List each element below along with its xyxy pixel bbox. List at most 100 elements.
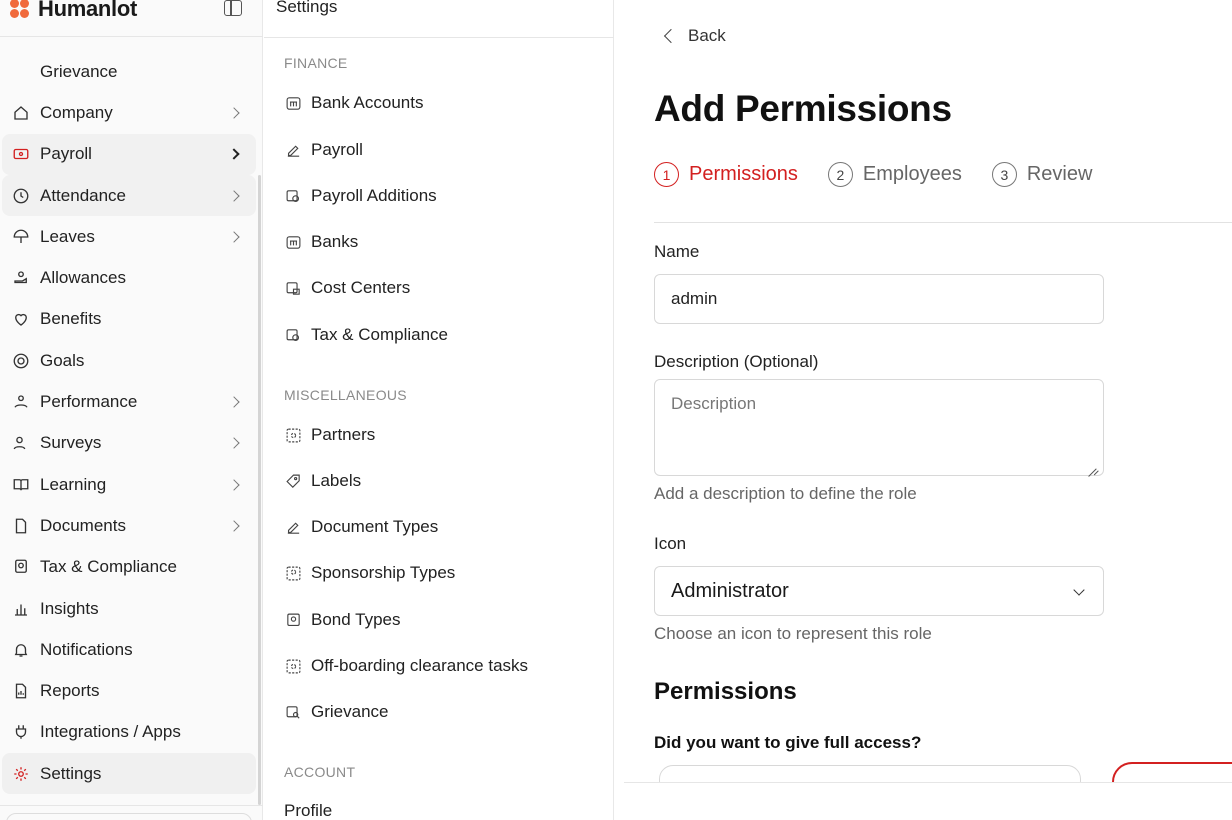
performance-icon [12,393,30,411]
chevron-left-icon [663,28,679,44]
settings-item-banks[interactable]: Banks [284,230,358,254]
back-label: Back [688,26,726,45]
settings-item-label: Sponsorship Types [311,563,456,582]
stepper: 1 Permissions 2 Employees 3 Review [654,162,1122,187]
step-number: 3 [991,162,1017,187]
chevron-right-icon [228,478,240,491]
sidebar-footer-box[interactable] [6,813,252,820]
icon-label: Icon [654,534,687,553]
settings-item-grievance[interactable]: Grievance [284,700,388,724]
target-icon [12,352,30,370]
description-field[interactable]: Description [654,379,1104,476]
signature-icon [284,141,302,159]
sidebar-item-goals[interactable]: Goals [2,340,256,381]
settings-item-label: Payroll Additions [311,186,437,205]
brand[interactable]: Humanlot [10,0,137,24]
sidebar-item-learning[interactable]: Learning [2,464,256,505]
sidebar-item-insights[interactable]: Insights [2,588,256,629]
chevron-right-icon [228,107,240,119]
sidebar-item-leaves[interactable]: Leaves [2,216,256,257]
sidebar-item-grievance[interactable]: Grievance [2,51,256,92]
step-permissions[interactable]: 1 Permissions [654,162,798,187]
section-label-finance: FINANCE [284,55,348,71]
sidebar-item-allowances[interactable]: Allowances [2,257,256,298]
sidebar-item-label: Grievance [40,61,118,81]
settings-item-partners[interactable]: Partners [284,423,375,447]
sidebar-item-label: Attendance [40,185,127,205]
sidebar-collapse-icon[interactable] [224,0,242,16]
form-footer-bar [624,782,1232,820]
payroll-icon [12,145,30,163]
settings-item-label: Grievance [311,702,389,721]
bank-icon [284,94,302,112]
settings-item-label: Bond Types [311,610,401,629]
sidebar-item-label: Settings [40,763,102,783]
settings-item-bond-types[interactable]: Bond Types [284,608,400,632]
back-button[interactable]: Back [663,26,726,46]
plug-icon [12,723,30,741]
chevron-right-icon [228,189,240,202]
step-employees[interactable]: 2 Employees [827,162,962,187]
sidebar-item-benefits[interactable]: Benefits [2,299,256,340]
settings-item-sponsorship-types[interactable]: Sponsorship Types [284,561,455,585]
settings-item-payroll[interactable]: Payroll [284,138,363,162]
sidebar-item-surveys[interactable]: Surveys [2,423,256,464]
cost-center-icon [284,279,302,297]
home-icon [12,104,30,122]
step-number: 2 [827,162,853,187]
icon-select-value: Administrator [671,579,789,602]
sidebar-divider [0,36,263,37]
sidebar-item-label: Tax & Compliance [40,557,178,577]
sidebar-item-notifications[interactable]: Notifications [2,629,256,670]
sidebar-item-label: Payroll [40,144,92,164]
step-review[interactable]: 3 Review [991,162,1093,187]
sidebar-footer-divider [0,805,263,806]
sidebar-item-label: Benefits [40,309,102,329]
sidebar-item-settings[interactable]: Settings [2,753,256,795]
sidebar-item-reports[interactable]: Reports [2,670,256,711]
tax-icon [12,558,30,576]
settings-item-label: Cost Centers [311,278,411,297]
sidebar-scrollbar[interactable] [258,175,261,805]
sidebar-item-label: Integrations / Apps [40,722,181,742]
settings-item-payroll-additions[interactable]: Payroll Additions [284,184,437,208]
sidebar-item-attendance[interactable]: Attendance [2,174,256,217]
settings-item-label: Document Types [311,517,439,536]
sidebar-item-label: Allowances [40,268,126,288]
sidebar-item-label: Notifications [40,639,133,659]
settings-item-offboarding-tasks[interactable]: Off-boarding clearance tasks [284,654,528,678]
settings-panel: Settings FINANCE Bank Accounts Payroll P… [264,0,614,820]
step-label: Review [1026,163,1093,185]
sidebar-item-payroll[interactable]: Payroll [2,133,256,175]
name-field[interactable]: admin [654,274,1104,324]
sidebar-item-label: Leaves [40,226,95,246]
sidebar-item-documents[interactable]: Documents [2,505,256,546]
settings-item-tax-compliance[interactable]: Tax & Compliance [284,323,448,347]
step-label: Permissions [689,163,798,185]
permissions-heading: Permissions [654,678,797,705]
settings-item-label: Tax & Compliance [311,325,449,344]
icon-hint: Choose an icon to represent this role [654,624,932,643]
sidebar-item-company[interactable]: Company [2,92,256,133]
settings-item-cost-centers[interactable]: Cost Centers [284,276,410,300]
sidebar-item-label: Reports [40,681,100,701]
brand-name: Humanlot [38,0,138,21]
settings-item-label: Banks [311,232,359,251]
icon-select[interactable]: Administrator [654,566,1104,616]
settings-item-labels[interactable]: Labels [284,469,361,493]
book-icon [12,476,30,494]
sponsorship-icon [284,564,302,582]
add-permissions-form: Back Add Permissions 1 Permissions 2 Emp… [614,0,1232,820]
sidebar-item-performance[interactable]: Performance [2,381,256,422]
settings-divider [264,37,614,38]
resize-handle-icon[interactable] [1087,459,1097,469]
sidebar-item-tax-compliance[interactable]: Tax & Compliance [2,547,256,588]
settings-item-bank-accounts[interactable]: Bank Accounts [284,91,423,115]
settings-item-document-types[interactable]: Document Types [284,515,438,539]
full-access-question: Did you want to give full access? [654,733,922,752]
page-title: Add Permissions [654,88,952,129]
settings-item-profile[interactable]: Profile [284,799,332,820]
sidebar-item-integrations[interactable]: Integrations / Apps [2,712,256,753]
section-label-miscellaneous: MISCELLANEOUS [284,387,407,403]
grievance-icon [284,703,302,721]
